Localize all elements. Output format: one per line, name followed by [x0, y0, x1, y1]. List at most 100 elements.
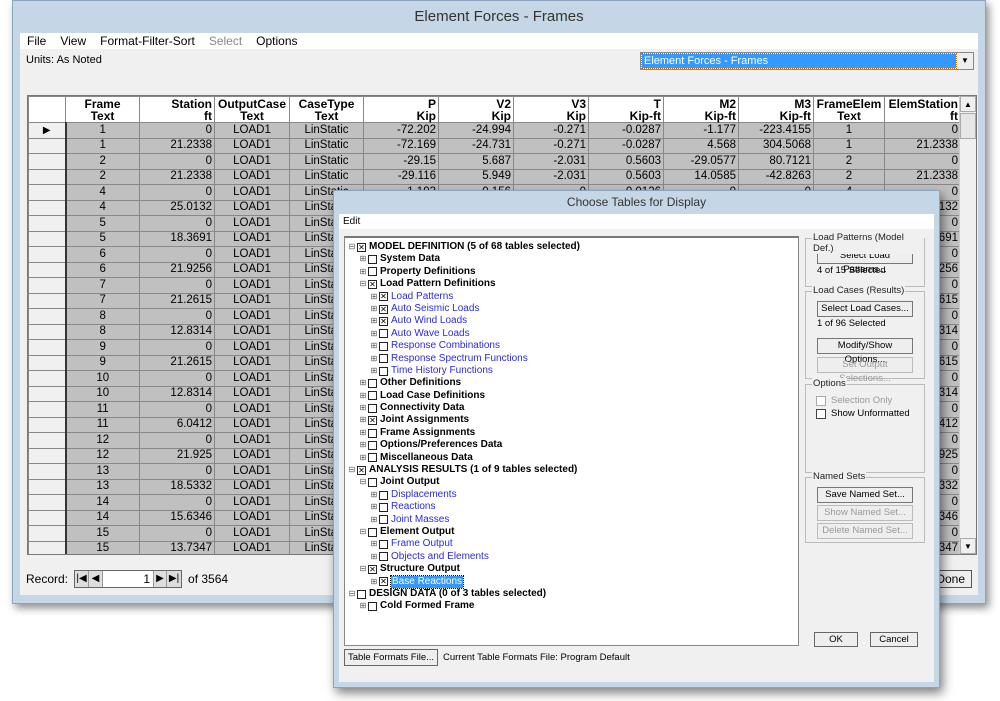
row-selector[interactable]	[28, 292, 67, 309]
select-load-cases-button[interactable]: Select Load Cases...	[817, 301, 913, 317]
row-selector[interactable]: ▶	[28, 122, 67, 139]
menu-view[interactable]: View	[53, 33, 93, 49]
menu-file[interactable]: File	[20, 33, 53, 49]
tree-node-label[interactable]: Response Combinations	[391, 340, 500, 352]
tree-node-label[interactable]: MODEL DEFINITION (5 of 68 tables selecte…	[369, 241, 580, 253]
table-selector-dropdown[interactable]: Element Forces - Frames ▼	[640, 52, 974, 70]
tree-node[interactable]: ⊞ Response Spectrum Functions	[345, 353, 798, 365]
row-selector[interactable]	[28, 277, 67, 294]
checkbox[interactable]	[368, 391, 377, 401]
expand-icon[interactable]: ⊞	[359, 452, 367, 464]
menu-select[interactable]: Select	[202, 33, 249, 49]
expand-icon[interactable]: ⊞	[359, 253, 367, 265]
expand-icon[interactable]: ⊞	[370, 291, 378, 303]
tree-node[interactable]: ⊞ Time History Functions	[345, 365, 798, 377]
tree-node-label[interactable]: Auto Wind Loads	[391, 315, 467, 327]
tree-node[interactable]: ⊞ Auto Wave Loads	[345, 328, 798, 340]
collapse-icon[interactable]: ⊟	[359, 278, 367, 290]
row-selector[interactable]	[28, 416, 67, 433]
show-named-set-button[interactable]: Show Named Set...	[817, 505, 913, 521]
expand-icon[interactable]: ⊞	[359, 377, 367, 389]
collapse-icon[interactable]: ⊟	[359, 563, 367, 575]
expand-icon[interactable]: ⊞	[370, 538, 378, 550]
tree-node[interactable]: ⊞ ✕ Load Patterns	[345, 291, 798, 303]
checkbox[interactable]: ✕	[357, 242, 366, 252]
tree-node[interactable]: ⊞ Cold Formed Frame	[345, 600, 798, 612]
table-formats-file-button[interactable]: Table Formats File...	[344, 649, 438, 666]
tree-node-label[interactable]: Connectivity Data	[380, 402, 464, 414]
tree-node[interactable]: ⊞ ✕ Base Reactions	[345, 574, 798, 589]
tree-node[interactable]: ⊞ ✕ Joint Assignments	[345, 414, 798, 426]
row-selector[interactable]	[28, 153, 67, 170]
expand-icon[interactable]: ⊞	[359, 439, 367, 451]
tree-node-label[interactable]: Load Case Definitions	[380, 390, 485, 402]
column-header-m3[interactable]: M3 Kip-ft	[738, 96, 814, 123]
tree-node-label[interactable]: Auto Wave Loads	[391, 328, 470, 340]
checkbox[interactable]	[379, 366, 388, 376]
row-selector[interactable]	[28, 246, 67, 263]
record-number-input[interactable]	[103, 571, 154, 587]
tree-node[interactable]: ⊞ Options/Preferences Data	[345, 439, 798, 451]
expand-icon[interactable]: ⊞	[370, 365, 378, 377]
checkbox[interactable]	[368, 428, 377, 438]
tree-node-label[interactable]: Frame Output	[391, 538, 453, 550]
tree-node[interactable]: ⊞ Reactions	[345, 501, 798, 513]
column-header-outputcase[interactable]: OutputCase Text	[214, 96, 290, 123]
checkbox[interactable]	[368, 378, 377, 388]
tree-node-label[interactable]: Joint Masses	[391, 514, 449, 526]
tree-node[interactable]: ⊟ ✕ Load Pattern Definitions	[345, 278, 798, 290]
chevron-down-icon[interactable]: ▼	[957, 53, 973, 69]
tree-node-label[interactable]: Load Pattern Definitions	[380, 278, 496, 290]
tree-node[interactable]: ⊟ Element Output	[345, 526, 798, 538]
tree-node[interactable]: ⊟ ✕ Structure Output	[345, 563, 798, 575]
scroll-down-icon[interactable]: ▼	[960, 538, 976, 554]
row-selector[interactable]	[28, 184, 67, 201]
first-record-icon[interactable]: |◀	[75, 571, 90, 587]
checkbox[interactable]	[368, 527, 377, 537]
tree-node-label[interactable]: Joint Output	[380, 476, 439, 488]
delete-named-set-button[interactable]: Delete Named Set...	[817, 523, 913, 539]
row-selector[interactable]	[28, 401, 67, 418]
row-selector[interactable]	[28, 323, 67, 340]
row-selector[interactable]	[28, 447, 67, 464]
collapse-icon[interactable]: ⊟	[348, 588, 356, 600]
expand-icon[interactable]: ⊞	[359, 600, 367, 612]
expand-icon[interactable]: ⊞	[370, 501, 378, 513]
cancel-button[interactable]: Cancel	[870, 632, 918, 647]
column-header-casetype[interactable]: CaseType Text	[289, 96, 364, 123]
tree-node[interactable]: ⊞ ✕ Auto Seismic Loads	[345, 303, 798, 315]
tree-node-label[interactable]: Element Output	[380, 526, 454, 538]
expand-icon[interactable]: ⊞	[359, 427, 367, 439]
expand-icon[interactable]: ⊞	[370, 340, 378, 352]
row-selector[interactable]	[28, 540, 67, 554]
row-selector[interactable]	[28, 261, 67, 278]
tree-node-label[interactable]: Time History Functions	[391, 365, 493, 377]
checkbox[interactable]: ✕	[368, 564, 377, 574]
ok-button[interactable]: OK	[814, 632, 858, 647]
tree-node[interactable]: ⊞ Miscellaneous Data	[345, 452, 798, 464]
checkbox[interactable]: ✕	[379, 577, 388, 587]
tree-node-label[interactable]: System Data	[380, 253, 440, 265]
tree-node-label[interactable]: Base Reactions	[389, 574, 465, 589]
set-output-selections-button[interactable]: Set Output Selections...	[817, 357, 913, 384]
row-selector[interactable]	[28, 478, 67, 495]
checkbox[interactable]: ✕	[379, 317, 388, 327]
table-row[interactable]: 1 21.2338 LOAD1 LinStatic -72.169 -24.731 -0.2…	[28, 137, 961, 154]
expand-icon[interactable]: ⊞	[370, 315, 378, 327]
expand-icon[interactable]: ⊞	[370, 576, 378, 588]
column-header-p[interactable]: P Kip	[363, 96, 439, 123]
row-selector[interactable]	[28, 509, 67, 526]
tree-node[interactable]: ⊞ Response Combinations	[345, 340, 798, 352]
row-selector[interactable]	[28, 385, 67, 402]
tree-node-label[interactable]: Reactions	[391, 501, 435, 513]
tree-node[interactable]: ⊞ Property Definitions	[345, 266, 798, 278]
checkbox[interactable]: ✕	[379, 292, 388, 302]
tree-node[interactable]: ⊞ Load Case Definitions	[345, 390, 798, 402]
selection-only-checkbox[interactable]: Selection Only	[816, 394, 924, 407]
row-selector[interactable]	[28, 432, 67, 449]
menu-format-filter-sort[interactable]: Format-Filter-Sort	[93, 33, 202, 49]
column-header-frame[interactable]: Frame Text	[65, 96, 140, 123]
column-header-v2[interactable]: V2 Kip	[438, 96, 514, 123]
checkbox[interactable]	[368, 453, 377, 463]
expand-icon[interactable]: ⊞	[359, 414, 367, 426]
